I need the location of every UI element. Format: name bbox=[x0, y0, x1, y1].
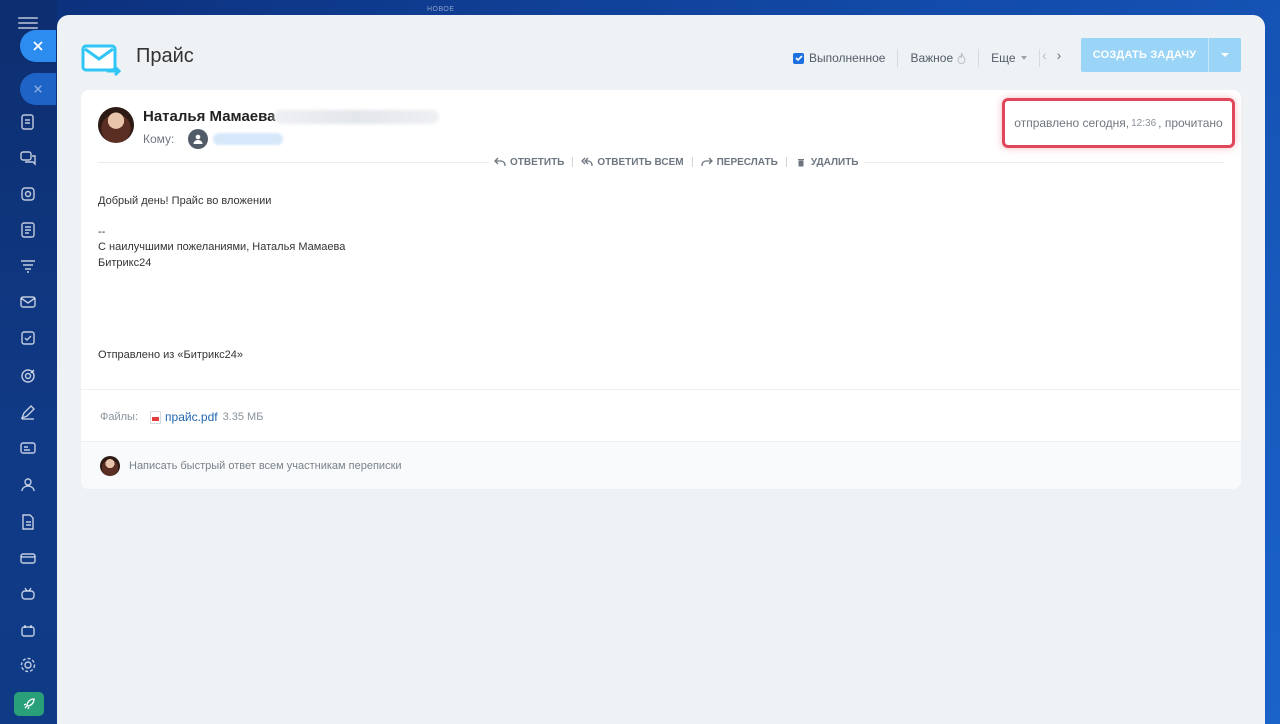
current-user-avatar bbox=[100, 456, 120, 476]
forward-button[interactable]: ПЕРЕСЛАТЬ bbox=[700, 156, 778, 168]
next-message-icon[interactable]: › bbox=[1057, 48, 1062, 62]
app-sidebar bbox=[0, 0, 57, 724]
rocket-icon[interactable] bbox=[14, 692, 44, 716]
divider bbox=[897, 49, 899, 67]
sidebar-robot-icon[interactable] bbox=[17, 583, 39, 605]
panel-header: Прайс Выполненное Важное Еще ‹ › СОЗДАТЬ bbox=[57, 15, 1265, 90]
forward-label: ПЕРЕСЛАТЬ bbox=[716, 156, 778, 168]
sender-email-redacted bbox=[274, 110, 439, 124]
reply-all-icon bbox=[581, 157, 594, 166]
forward-icon bbox=[700, 157, 713, 166]
sent-time: 12:36 bbox=[1131, 117, 1157, 129]
completed-checkbox[interactable]: Выполненное bbox=[793, 51, 885, 65]
prev-message-icon[interactable]: ‹ bbox=[1042, 48, 1047, 62]
top-strip-label: НОВОЕ bbox=[427, 6, 455, 13]
reply-icon bbox=[494, 157, 506, 166]
flame-icon bbox=[957, 52, 966, 64]
more-label: Еще bbox=[991, 51, 1016, 65]
divider bbox=[1038, 49, 1040, 67]
sender-avatar[interactable] bbox=[98, 107, 134, 143]
reply-all-button[interactable]: ОТВЕТИТЬ ВСЕМ bbox=[581, 156, 684, 168]
recipient-avatar[interactable] bbox=[188, 129, 209, 149]
settings-gear-icon[interactable] bbox=[17, 654, 39, 676]
mail-forward-icon bbox=[81, 44, 122, 77]
divider bbox=[785, 157, 787, 167]
signature-line-1: С наилучшими пожеланиями, Наталья Мамаев… bbox=[98, 241, 346, 253]
sidebar-goals-icon[interactable] bbox=[17, 365, 39, 387]
divider bbox=[978, 49, 980, 67]
sidebar-grid-icon[interactable] bbox=[17, 620, 39, 642]
chevron-down-icon bbox=[1020, 56, 1027, 60]
sidebar-chat-icon[interactable] bbox=[17, 147, 39, 169]
close-slider-button[interactable] bbox=[20, 30, 56, 62]
trash-icon bbox=[797, 159, 804, 167]
quick-reply-placeholder[interactable]: Написать быстрый ответ всем участникам п… bbox=[129, 460, 402, 472]
sidebar-calendar-icon[interactable] bbox=[17, 183, 39, 205]
create-task-button[interactable]: СОЗДАТЬ ЗАДАЧУ bbox=[1081, 38, 1241, 72]
sidebar-file-icon[interactable] bbox=[17, 511, 39, 533]
files-label: Файлы: bbox=[100, 411, 139, 423]
sidebar-docs-icon[interactable] bbox=[17, 219, 39, 241]
close-slider-button-secondary[interactable] bbox=[20, 73, 56, 105]
divider bbox=[691, 157, 693, 167]
sent-prefix: отправлено сегодня, bbox=[1014, 116, 1130, 130]
sidebar-funnel-icon[interactable] bbox=[17, 255, 39, 277]
chevron-down-icon bbox=[1221, 53, 1229, 57]
to-label: Кому: bbox=[143, 132, 175, 146]
reply-all-label: ОТВЕТИТЬ ВСЕМ bbox=[597, 156, 684, 168]
recipient-email-redacted bbox=[213, 133, 284, 145]
delete-button[interactable]: УДАЛИТЬ bbox=[795, 157, 859, 168]
user-icon bbox=[193, 134, 203, 144]
more-dropdown[interactable]: Еще bbox=[991, 51, 1027, 65]
message-actions-row: ОТВЕТИТЬ ОТВЕТИТЬ ВСЕМ ПЕРЕСЛАТЬ УДАЛИТЬ bbox=[98, 156, 1224, 168]
email-slider-panel: Прайс Выполненное Важное Еще ‹ › СОЗДАТЬ bbox=[57, 15, 1265, 724]
sender-name[interactable]: Наталья Мамаева bbox=[143, 108, 276, 125]
important-toggle[interactable]: Важное bbox=[910, 51, 966, 65]
sidebar-mail-icon[interactable] bbox=[17, 291, 39, 313]
sidebar-feed-icon[interactable] bbox=[17, 111, 39, 133]
sidebar-store-icon[interactable] bbox=[17, 547, 39, 569]
pdf-file-icon bbox=[150, 410, 162, 424]
page-title: Прайс bbox=[136, 45, 194, 67]
signature-dash: -- bbox=[98, 226, 106, 238]
reply-button[interactable]: ОТВЕТИТЬ bbox=[494, 157, 564, 168]
signature-line-2: Битрикс24 bbox=[98, 257, 152, 269]
reply-label: ОТВЕТИТЬ bbox=[510, 156, 565, 168]
sidebar-contacts-icon[interactable] bbox=[17, 474, 39, 496]
completed-label: Выполненное bbox=[809, 51, 886, 65]
create-task-dropdown[interactable] bbox=[1208, 38, 1241, 72]
message-greeting: Добрый день! Прайс во вложении bbox=[98, 195, 272, 207]
message-card: Наталья Мамаева Кому: отправлено сегодня… bbox=[81, 90, 1241, 489]
header-controls: Выполненное Важное Еще bbox=[793, 49, 1052, 67]
message-navigation: ‹ › bbox=[1042, 48, 1061, 62]
attachment-size: 3.35 МБ bbox=[222, 411, 264, 423]
divider bbox=[81, 389, 1241, 390]
sent-from-footer: Отправлено из «Битрикс24» bbox=[98, 349, 243, 361]
checkbox-checked-icon[interactable] bbox=[793, 52, 804, 64]
sent-suffix: , прочитано bbox=[1158, 116, 1223, 130]
sidebar-sign-icon[interactable] bbox=[17, 401, 39, 423]
attachment-link[interactable]: прайс.pdf bbox=[165, 410, 218, 424]
recipient-row: Кому: bbox=[143, 129, 284, 149]
sidebar-cards-icon[interactable] bbox=[17, 437, 39, 459]
quick-reply-bar[interactable]: Написать быстрый ответ всем участникам п… bbox=[81, 441, 1241, 489]
message-actions: ОТВЕТИТЬ ОТВЕТИТЬ ВСЕМ ПЕРЕСЛАТЬ УДАЛИТЬ bbox=[489, 156, 864, 168]
sidebar-tasks-icon[interactable] bbox=[17, 327, 39, 349]
delete-label: УДАЛИТЬ bbox=[810, 156, 859, 168]
attachments-row: Файлы: прайс.pdf 3.35 МБ bbox=[100, 410, 263, 424]
important-label: Важное bbox=[910, 51, 954, 65]
create-task-label[interactable]: СОЗДАТЬ ЗАДАЧУ bbox=[1081, 38, 1208, 72]
sent-status-highlight: отправлено сегодня, 12:36 , прочитано bbox=[1002, 98, 1235, 148]
divider bbox=[572, 157, 574, 167]
